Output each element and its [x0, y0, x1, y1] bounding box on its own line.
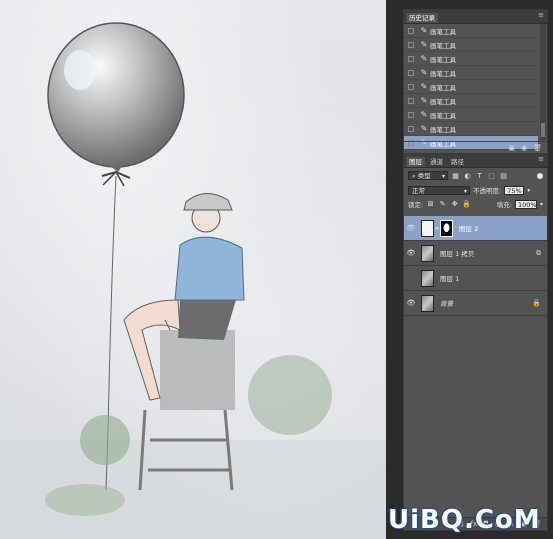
type-filter-icon[interactable]: T: [475, 172, 484, 180]
eye-icon[interactable]: 👁: [404, 299, 418, 307]
adjustment-filter-icon[interactable]: ◐: [463, 172, 472, 180]
history-tabbar: 历史记录 ≡: [404, 10, 547, 24]
layer-mask-thumbnail[interactable]: [440, 219, 453, 237]
history-item[interactable]: ✎ 画笔工具: [404, 66, 538, 80]
history-item[interactable]: ✎ 画笔工具: [404, 80, 538, 94]
scroll-thumb[interactable]: [541, 123, 545, 137]
tab-layers[interactable]: 图层: [406, 157, 425, 167]
lock-icon: 🔒: [532, 299, 541, 307]
chevron-down-icon: ▾: [441, 173, 445, 180]
fill-label: 填充:: [496, 201, 512, 209]
layer-name[interactable]: 图层 2: [459, 223, 478, 233]
brush-icon: ✎: [420, 110, 428, 119]
filter-toggle[interactable]: [537, 172, 543, 179]
lock-pixels-icon[interactable]: ✎: [438, 200, 447, 208]
checkbox[interactable]: [408, 55, 414, 62]
smart-object-filter-icon[interactable]: ▤: [499, 172, 508, 180]
opacity-label: 不透明度:: [473, 187, 502, 195]
history-scrollbar[interactable]: [540, 24, 546, 140]
eye-icon[interactable]: 👁: [404, 249, 418, 257]
checkbox[interactable]: [408, 111, 414, 118]
layer-row[interactable]: 👁 背景 🔒: [404, 291, 547, 316]
layer-name[interactable]: 图层 1: [440, 273, 459, 283]
sketch-artwork: [0, 22, 386, 539]
smart-object-icon: ⧉: [536, 248, 541, 257]
checkbox[interactable]: [408, 27, 414, 34]
history-item[interactable]: ✎ 画笔工具: [404, 122, 538, 136]
lock-all-icon[interactable]: 🔒: [462, 200, 471, 208]
panel-menu-icon[interactable]: ≡: [538, 11, 544, 19]
checkbox[interactable]: [408, 41, 414, 48]
layers-tabbar: 图层 通道 路径 ≡: [404, 154, 547, 168]
filter-kind-select[interactable]: ⌕ 类型 ▾: [408, 171, 448, 180]
layer-name[interactable]: 背景: [440, 298, 453, 308]
lock-transparent-icon[interactable]: ⊠: [426, 200, 435, 208]
brush-icon: ✎: [420, 124, 428, 133]
history-item[interactable]: ✎ 画笔工具: [404, 24, 538, 38]
site-watermark: UiBQ.CoM: [388, 505, 541, 535]
chevron-down-icon: ▾: [463, 187, 467, 195]
layer-thumbnail: [421, 244, 434, 262]
blend-row: 正常 ▾ 不透明度: 75% ▾: [408, 185, 543, 195]
history-item[interactable]: ✎ 画笔工具: [404, 52, 538, 66]
tab-paths[interactable]: 路径: [448, 157, 467, 167]
layer-list: 👁 ∞ 图层 2 👁 图层 1 拷贝 ⧉ 图层 1 👁 背景 🔒: [404, 216, 547, 316]
eye-icon[interactable]: 👁: [404, 224, 418, 232]
checkbox[interactable]: [408, 97, 414, 104]
lock-row: 锁定: ⊠ ✎ ✥ 🔒 填充: 100% ▾: [408, 199, 543, 209]
document-canvas[interactable]: [0, 0, 386, 539]
brush-icon: ✎: [420, 82, 428, 91]
history-panel: 历史记录 ≡ ✎ 画笔工具 ✎ 画笔工具 ✎ 画笔工具 ✎ 画笔工具 ✎ 画笔工具 ✎ 画笔…: [403, 9, 548, 155]
layer-row[interactable]: 👁 ∞ 图层 2: [404, 216, 547, 241]
layers-panel: 图层 通道 路径 ≡ ⌕ 类型 ▾ ▦ ◐ T ⬚ ▤ 正常 ▾ 不透明度: 75%…: [403, 153, 548, 531]
layer-name[interactable]: 图层 1 拷贝: [440, 248, 474, 258]
lock-label: 锁定:: [408, 201, 424, 209]
brush-icon: ✎: [420, 26, 428, 35]
opacity-input[interactable]: 75%: [504, 185, 525, 195]
checkbox[interactable]: [408, 69, 414, 76]
checkbox[interactable]: [408, 83, 414, 90]
filter-row: ⌕ 类型 ▾ ▦ ◐ T ⬚ ▤: [408, 171, 543, 180]
tab-history[interactable]: 历史记录: [406, 13, 438, 23]
brush-icon: ✎: [420, 40, 428, 49]
history-item[interactable]: ✎ 画笔工具: [404, 108, 538, 122]
camera-icon[interactable]: ◉: [521, 144, 527, 152]
lock-position-icon[interactable]: ✥: [450, 200, 459, 208]
tab-channels[interactable]: 通道: [427, 157, 446, 167]
pixel-filter-icon[interactable]: ▦: [451, 172, 460, 180]
fill-input[interactable]: 100%: [514, 199, 537, 209]
panel-menu-icon[interactable]: ≡: [538, 155, 544, 163]
brush-icon: ✎: [420, 68, 428, 77]
history-list: ✎ 画笔工具 ✎ 画笔工具 ✎ 画笔工具 ✎ 画笔工具 ✎ 画笔工具 ✎ 画笔工具 ✎ 画笔工…: [404, 24, 538, 150]
chevron-down-icon[interactable]: ▾: [540, 201, 543, 208]
layer-thumbnail: [421, 219, 434, 237]
brush-icon: ✎: [420, 96, 428, 105]
chevron-down-icon[interactable]: ▾: [527, 187, 530, 194]
new-document-icon[interactable]: ▣: [508, 144, 515, 152]
checkbox[interactable]: [408, 125, 414, 132]
brush-icon: ✎: [420, 54, 428, 63]
layer-row[interactable]: 图层 1: [404, 266, 547, 291]
blend-mode-select[interactable]: 正常 ▾: [408, 185, 470, 195]
layer-row[interactable]: 👁 图层 1 拷贝 ⧉: [404, 241, 547, 266]
shape-filter-icon[interactable]: ⬚: [487, 172, 496, 180]
history-item[interactable]: ✎ 画笔工具: [404, 38, 538, 52]
layer-thumbnail: [421, 269, 434, 287]
trash-icon[interactable]: 🗑: [533, 144, 542, 152]
layer-thumbnail: [421, 294, 434, 312]
history-item[interactable]: ✎ 画笔工具: [404, 94, 538, 108]
